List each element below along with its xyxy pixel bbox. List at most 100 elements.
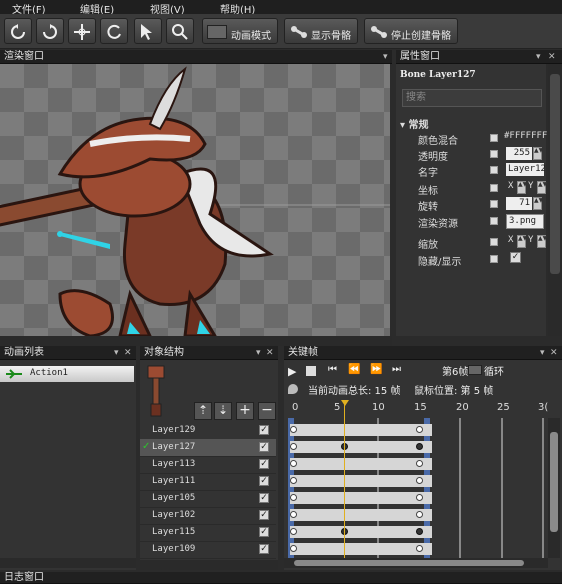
keyframe[interactable] [416,528,423,535]
keyframe[interactable] [290,528,297,535]
prop-checkbox[interactable] [490,238,498,246]
pin-icon[interactable]: ▾ [540,346,545,360]
spin-button[interactable]: ▲▼ [533,197,543,210]
prop-checkbox[interactable] [490,200,498,208]
anim-mode-button[interactable]: 动画模式 [202,18,278,44]
prop-checkbox[interactable] [490,150,498,158]
close-icon[interactable]: ✕ [550,346,558,360]
layer-row[interactable]: Layer115 ✓ [140,524,276,542]
keyframe[interactable] [290,477,297,484]
track[interactable] [290,492,432,504]
playhead-handle-icon[interactable] [341,400,349,406]
move-tool-button[interactable] [68,18,96,44]
track[interactable] [290,458,432,470]
select-tool-button[interactable] [134,18,162,44]
scroll-thumb[interactable] [550,432,558,532]
layer-visible-checkbox[interactable]: ✓ [259,544,269,554]
pin-icon[interactable]: ▾ [536,50,541,64]
search-input[interactable]: 搜索 [402,89,542,107]
remove-layer-button[interactable]: − [258,402,276,420]
close-icon[interactable]: ✕ [266,346,274,360]
stop-create-bones-button[interactable]: 停止创建骨骼 [364,18,458,44]
track[interactable] [290,526,432,538]
track[interactable] [290,441,432,453]
timeline-ruler[interactable]: 0 5 10 15 20 25 3( [284,400,548,418]
rotation-input[interactable]: 71 [506,197,532,210]
keyframe[interactable] [290,494,297,501]
render-h-scrollbar[interactable] [0,336,392,346]
anim-list-scrollbar[interactable] [0,558,136,568]
render-resource-input[interactable]: 3.png [506,214,544,229]
redo-button[interactable] [36,18,64,44]
layer-visible-checkbox[interactable]: ✓ [259,425,269,435]
layer-row-selected[interactable]: ✓ Layer127 ✓ [140,439,276,457]
move-up-button[interactable]: ⇡ [194,402,212,420]
keyframe[interactable] [416,511,423,518]
keyframe[interactable] [290,426,297,433]
track[interactable] [290,509,432,521]
stop-icon[interactable] [306,366,316,376]
rotate-tool-button[interactable] [100,18,128,44]
prev-frame-icon[interactable]: ⏪ [348,364,360,375]
scroll-thumb[interactable] [294,560,524,566]
layer-visible-checkbox[interactable]: ✓ [259,527,269,537]
panel-menu-icon[interactable]: ▾ [383,50,388,64]
layer-row[interactable]: Layer105 ✓ [140,490,276,508]
scroll-thumb[interactable] [550,74,560,274]
layer-row[interactable]: Layer109 ✓ [140,541,276,559]
timeline-tracks[interactable] [284,418,548,558]
prop-checkbox[interactable] [490,255,498,263]
next-frame-icon[interactable]: ⏩ [370,364,382,375]
prop-checkbox[interactable] [490,184,498,192]
pin-icon[interactable]: ▾ [114,346,119,360]
add-layer-button[interactable]: + [236,402,254,420]
object-structure-scrollbar[interactable] [140,560,278,570]
close-icon[interactable]: ✕ [124,346,132,360]
keyframe[interactable] [416,545,423,552]
track[interactable] [290,543,432,555]
close-icon[interactable]: ✕ [548,50,556,64]
keyframes-v-scrollbar[interactable] [548,418,560,558]
layer-visible-checkbox[interactable]: ✓ [259,459,269,469]
loop-checkbox[interactable] [468,365,482,375]
log-window-title-text[interactable]: 日志窗口 [4,572,44,583]
layer-row[interactable]: Layer113 ✓ [140,456,276,474]
spin-button[interactable]: ▲▼ [533,147,543,160]
track[interactable] [290,424,432,436]
section-header[interactable]: ▾ 常规 [400,116,429,131]
keyframe[interactable] [290,460,297,467]
prop-checkbox[interactable] [490,134,498,142]
track[interactable] [290,475,432,487]
layer-row[interactable]: Layer111 ✓ [140,473,276,491]
spin-button[interactable]: ▲▼ [537,235,547,248]
layer-visible-checkbox[interactable]: ✓ [259,442,269,452]
keyframe[interactable] [416,443,423,450]
render-canvas[interactable] [0,64,390,336]
opacity-input[interactable]: 255 [506,147,532,160]
layer-row[interactable]: Layer102 ✓ [140,507,276,525]
play-icon[interactable]: ▶ [288,365,296,378]
playhead[interactable] [344,400,345,558]
last-frame-icon[interactable]: ⏭ [392,364,401,375]
show-bones-button[interactable]: 显示骨骼 [284,18,358,44]
move-down-button[interactable]: ⇣ [214,402,232,420]
keyframe[interactable] [416,477,423,484]
keyframe[interactable] [416,426,423,433]
keyframe[interactable] [290,545,297,552]
spin-button[interactable]: ▲▼ [517,235,527,248]
first-frame-icon[interactable]: ⏮ [328,364,337,375]
pin-icon[interactable]: ▾ [256,346,261,360]
property-scrollbar[interactable] [548,64,562,336]
visibility-checkbox[interactable]: ✓ [510,252,521,263]
keyframe[interactable] [416,460,423,467]
layer-row[interactable]: Layer129 ✓ [140,422,276,440]
prop-checkbox[interactable] [490,166,498,174]
zoom-button[interactable] [166,18,194,44]
color-blend-value[interactable]: #FFFFFFFF [504,131,553,141]
layer-visible-checkbox[interactable]: ✓ [259,476,269,486]
keyframe[interactable] [290,443,297,450]
prop-checkbox[interactable] [490,217,498,225]
keyframe[interactable] [416,494,423,501]
keyframe[interactable] [290,511,297,518]
anim-list-item[interactable]: Action1 [0,366,134,382]
